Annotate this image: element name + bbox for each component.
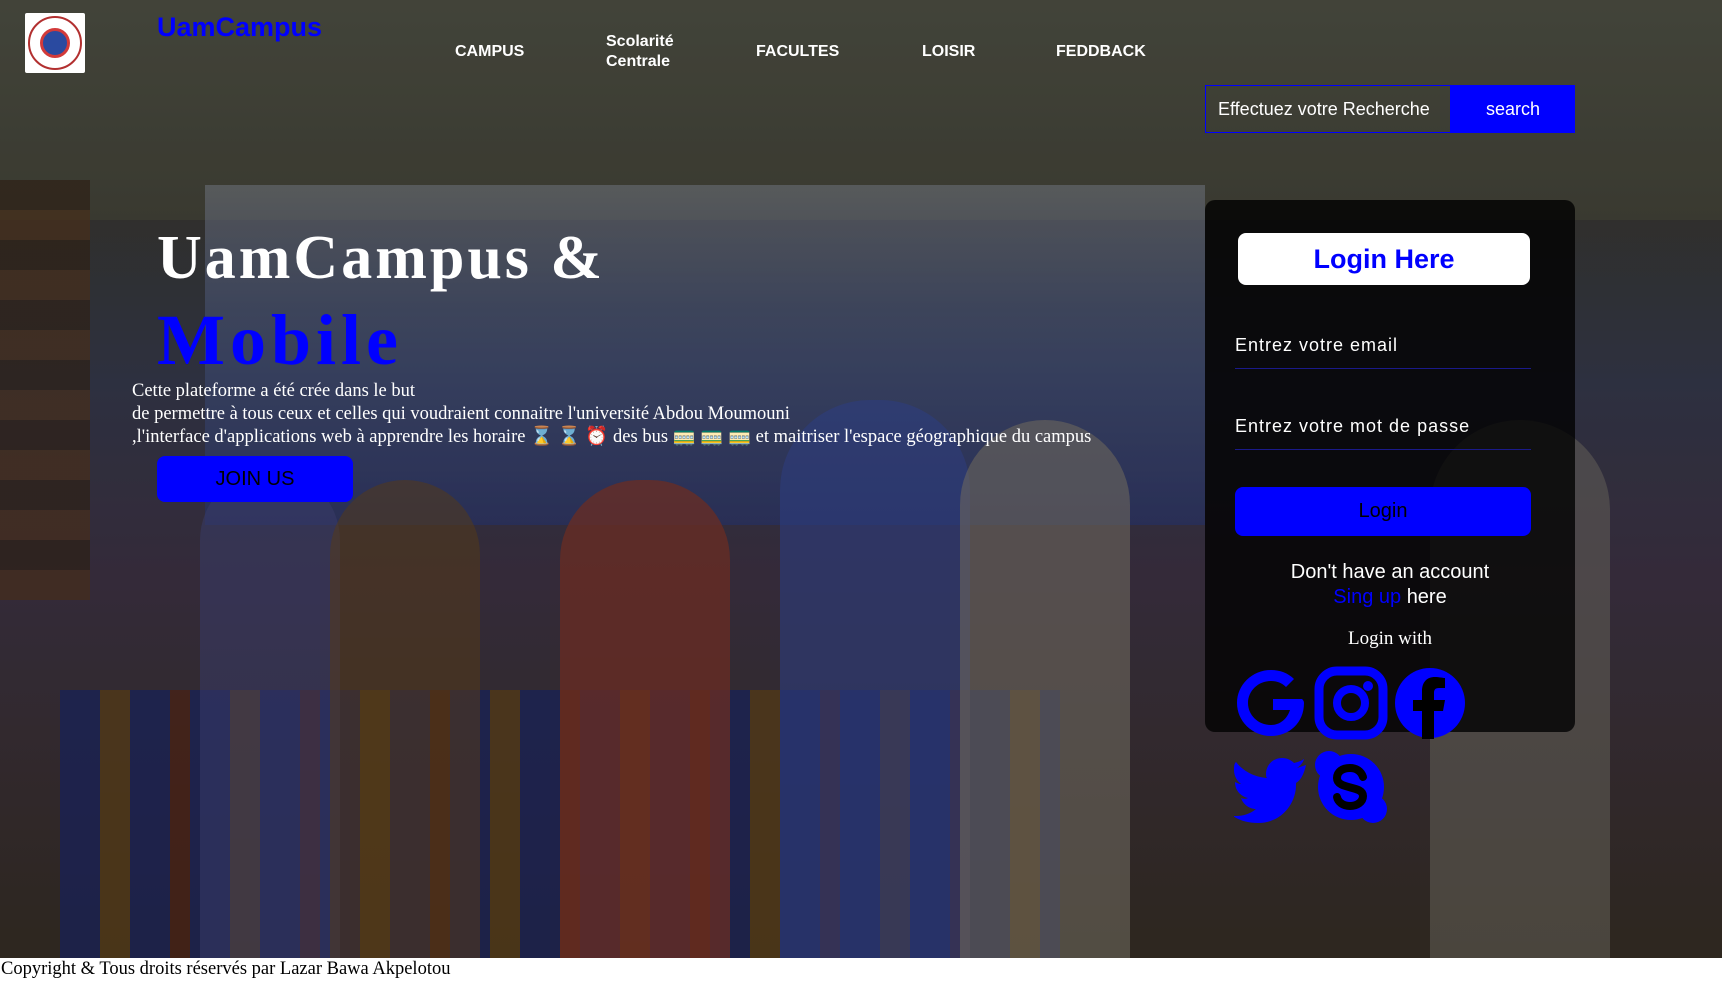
hero-description: Cette plateforme a été crée dans le but … bbox=[132, 380, 1172, 449]
nav-facultes[interactable]: FACULTES bbox=[756, 42, 839, 62]
university-logo bbox=[25, 13, 85, 73]
google-icon[interactable] bbox=[1234, 665, 1310, 741]
nav-campus[interactable]: CAMPUS bbox=[455, 42, 524, 62]
login-panel: Login Here Login Don't have an account S… bbox=[1205, 200, 1575, 732]
password-field[interactable] bbox=[1235, 403, 1531, 450]
nav-feedback[interactable]: FEDDBACK bbox=[1056, 42, 1146, 62]
login-title: Login Here bbox=[1238, 233, 1530, 285]
signup-prompt: Don't have an account Sing up here bbox=[1205, 560, 1575, 610]
copyright-text: Copyright & Tous droits réservés par Laz… bbox=[1, 959, 451, 979]
skype-icon[interactable] bbox=[1313, 749, 1389, 825]
search-input[interactable] bbox=[1205, 85, 1451, 133]
join-us-button[interactable]: JOIN US bbox=[157, 456, 353, 502]
hero-title: UamCampus & bbox=[157, 224, 606, 292]
facebook-icon[interactable] bbox=[1392, 665, 1468, 741]
hero-subtitle: Mobile bbox=[157, 300, 403, 380]
nav-loisir[interactable]: LOISIR bbox=[922, 42, 975, 62]
instagram-icon[interactable] bbox=[1313, 665, 1389, 741]
twitter-icon[interactable] bbox=[1234, 749, 1310, 825]
email-field[interactable] bbox=[1235, 322, 1531, 369]
search-button[interactable]: search bbox=[1451, 85, 1575, 133]
nav-scolarite-line1: Scolarité bbox=[606, 33, 674, 50]
no-account-text: Don't have an account bbox=[1290, 561, 1490, 583]
search-bar: search bbox=[1205, 85, 1575, 133]
login-with-label: Login with bbox=[1348, 628, 1432, 649]
description-line-2: de permettre à tous ceux et celles qui v… bbox=[132, 404, 790, 424]
login-button[interactable]: Login bbox=[1235, 487, 1531, 536]
description-line-3: ,l'interface d'applications web à appren… bbox=[132, 427, 1092, 447]
footer: Copyright & Tous droits réservés par Laz… bbox=[0, 958, 1722, 981]
signup-suffix: here bbox=[1406, 586, 1447, 608]
brand-name[interactable]: UamCampus bbox=[157, 12, 322, 43]
nav-scolarite-line2: Centrale bbox=[606, 53, 671, 70]
description-line-1: Cette plateforme a été crée dans le but bbox=[132, 381, 416, 401]
signup-link[interactable]: Sing up bbox=[1333, 586, 1401, 608]
nav-scolarite-centrale[interactable]: Scolarité Centrale bbox=[606, 32, 674, 72]
